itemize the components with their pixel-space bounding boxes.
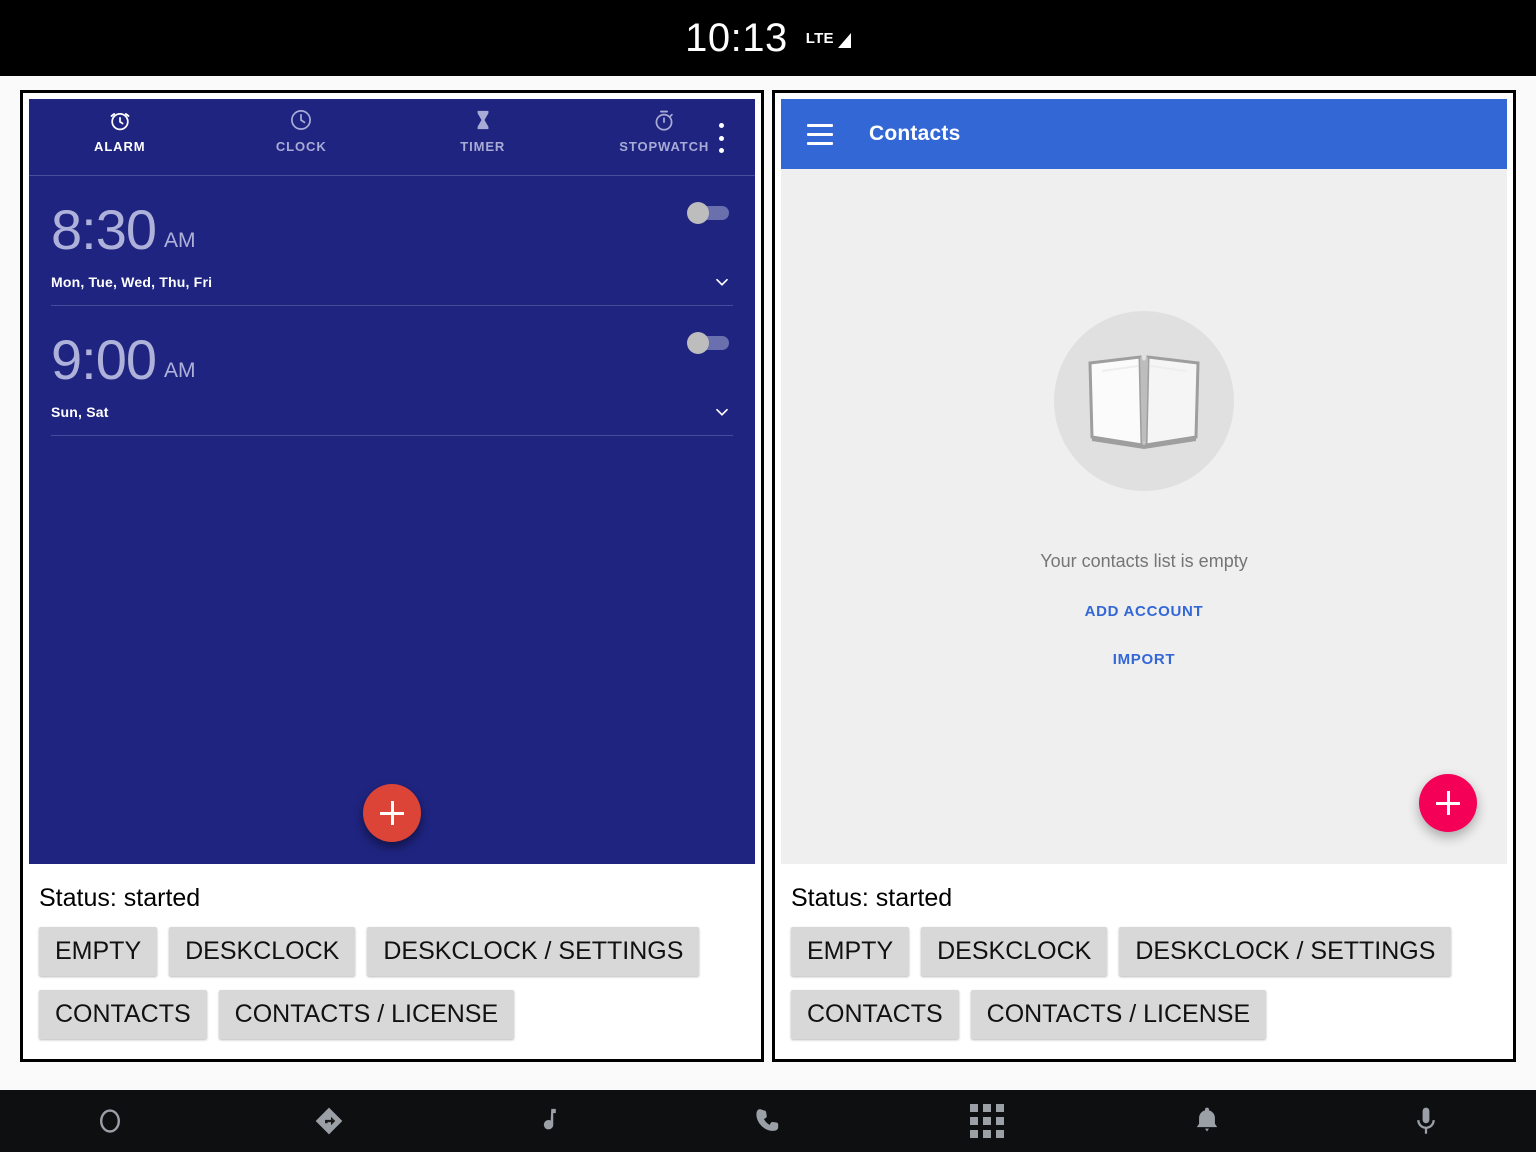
contacts-panel-controls: Status: started EMPTY DESKCLOCK DESKCLOC… — [781, 864, 1507, 1053]
nav-notifications-button[interactable] — [1097, 1104, 1316, 1138]
plus-icon — [380, 801, 404, 825]
contacts-empty-state: Your contacts list is empty ADD ACCOUNT … — [781, 169, 1507, 864]
stopwatch-icon — [655, 110, 674, 131]
empty-state-message: Your contacts list is empty — [1040, 551, 1248, 571]
contacts-app: Contacts Your contacts list is empty ADD… — [781, 99, 1507, 864]
alarm-row[interactable]: 8:30 AM Mon, Tue, Wed, Thu, Fri — [29, 176, 755, 306]
tab-timer[interactable]: TIMER — [392, 107, 574, 154]
alarm-list: 8:30 AM Mon, Tue, Wed, Thu, Fri 9:00 AM … — [29, 176, 755, 864]
clock-app: ALARM CLOCK TIMER STOPWATCH 8:30 AM Mon,… — [29, 99, 755, 864]
status-label: Status: started — [791, 884, 953, 912]
toggle-knob — [687, 332, 709, 354]
signal-triangle-icon — [837, 32, 851, 48]
apps-grid-icon — [970, 1104, 1005, 1138]
deskclock-settings-button[interactable]: DESKCLOCK / SETTINGS — [367, 927, 700, 976]
deskclock-button[interactable]: DESKCLOCK — [921, 927, 1108, 976]
music-note-icon — [543, 1108, 556, 1130]
alarm-toggle-switch[interactable] — [687, 202, 729, 224]
alarm-time-row: 9:00 AM — [51, 306, 733, 388]
clock-icon — [291, 110, 312, 130]
more-vert-icon[interactable] — [707, 121, 735, 155]
home-circle-icon — [99, 1109, 120, 1133]
add-account-link[interactable]: ADD ACCOUNT — [1085, 603, 1204, 620]
alarm-time: 8:30 — [51, 198, 157, 261]
nav-apps-button[interactable] — [878, 1104, 1097, 1138]
contacts-app-bar: Contacts — [781, 99, 1507, 169]
chevron-down-icon[interactable] — [711, 401, 733, 423]
lte-label: LTE — [805, 29, 834, 47]
nav-home-button[interactable] — [0, 1104, 219, 1138]
bell-icon — [1196, 1107, 1218, 1132]
clock-panel-controls: Status: started EMPTY DESKCLOCK DESKCLOC… — [29, 864, 755, 1053]
tab-clock-label: CLOCK — [275, 139, 327, 154]
import-link[interactable]: IMPORT — [1113, 651, 1176, 668]
control-button-row-2: CONTACTS CONTACTS / LICENSE — [787, 990, 1501, 1039]
tab-stopwatch-label: STOPWATCH — [619, 139, 710, 154]
tab-timer-label: TIMER — [460, 139, 506, 154]
open-book-icon — [1088, 355, 1200, 449]
chevron-down-icon[interactable] — [711, 271, 733, 293]
empty-state-illustration — [1054, 311, 1234, 491]
nav-voice-button[interactable] — [1317, 1104, 1536, 1138]
alarm-days-label: Mon, Tue, Wed, Thu, Fri — [51, 273, 213, 290]
deskclock-button[interactable]: DESKCLOCK — [169, 927, 356, 976]
empty-button[interactable]: EMPTY — [791, 927, 910, 976]
add-alarm-fab[interactable] — [363, 784, 421, 842]
status-bar: 10:13 LTE — [0, 0, 1536, 76]
hamburger-menu-icon[interactable] — [807, 123, 833, 145]
clock-tab-bar: ALARM CLOCK TIMER STOPWATCH — [29, 99, 755, 167]
hourglass-icon — [477, 110, 489, 130]
plus-icon — [1436, 791, 1460, 815]
nav-navigation-button[interactable] — [219, 1104, 438, 1138]
contacts-panel: Contacts Your contacts list is empty ADD… — [772, 90, 1516, 1062]
contacts-license-button[interactable]: CONTACTS / LICENSE — [970, 990, 1267, 1039]
contacts-app-viewport: Contacts Your contacts list is empty ADD… — [781, 99, 1507, 864]
clock-app-viewport: ALARM CLOCK TIMER STOPWATCH 8:30 AM Mon,… — [29, 99, 755, 864]
alarm-row[interactable]: 9:00 AM Sun, Sat — [29, 306, 755, 436]
deskclock-settings-button[interactable]: DESKCLOCK / SETTINGS — [1119, 927, 1452, 976]
phone-icon — [756, 1109, 779, 1131]
navigation-arrow-icon — [315, 1107, 343, 1135]
device-screen-area: ALARM CLOCK TIMER STOPWATCH 8:30 AM Mon,… — [0, 76, 1536, 1090]
control-button-row-2: CONTACTS CONTACTS / LICENSE — [35, 990, 749, 1039]
empty-button[interactable]: EMPTY — [39, 927, 158, 976]
alarm-meridiem: AM — [164, 359, 196, 382]
alarm-days-row: Mon, Tue, Wed, Thu, Fri — [51, 258, 733, 306]
alarm-meridiem: AM — [164, 229, 196, 252]
contacts-license-button[interactable]: CONTACTS / LICENSE — [218, 990, 515, 1039]
contacts-button[interactable]: CONTACTS — [39, 990, 207, 1039]
alarm-time: 9:00 — [51, 328, 157, 391]
microphone-icon — [1417, 1107, 1436, 1134]
status-label: Status: started — [39, 884, 201, 912]
tab-alarm-label: ALARM — [94, 139, 146, 154]
control-button-row-1: EMPTY DESKCLOCK DESKCLOCK / SETTINGS — [35, 927, 749, 976]
tab-clock[interactable]: CLOCK — [211, 107, 393, 154]
status-bar-clock: 10:13 — [685, 15, 788, 60]
alarm-clock-icon — [110, 112, 130, 131]
contacts-title: Contacts — [869, 122, 961, 145]
alarm-days-label: Sun, Sat — [51, 403, 109, 420]
bottom-navigation-bar — [0, 1090, 1536, 1152]
toggle-knob — [687, 202, 709, 224]
control-button-row-1: EMPTY DESKCLOCK DESKCLOCK / SETTINGS — [787, 927, 1501, 976]
contacts-button[interactable]: CONTACTS — [791, 990, 959, 1039]
status-bar-signal: LTE — [805, 29, 851, 48]
alarm-days-row: Sun, Sat — [51, 388, 733, 436]
add-contact-fab[interactable] — [1419, 774, 1477, 832]
tab-alarm[interactable]: ALARM — [29, 107, 211, 154]
alarm-toggle-switch[interactable] — [687, 332, 729, 354]
nav-phone-button[interactable] — [658, 1104, 877, 1138]
nav-music-button[interactable] — [439, 1104, 658, 1138]
clock-panel: ALARM CLOCK TIMER STOPWATCH 8:30 AM Mon,… — [20, 90, 764, 1062]
alarm-time-row: 8:30 AM — [51, 176, 733, 258]
